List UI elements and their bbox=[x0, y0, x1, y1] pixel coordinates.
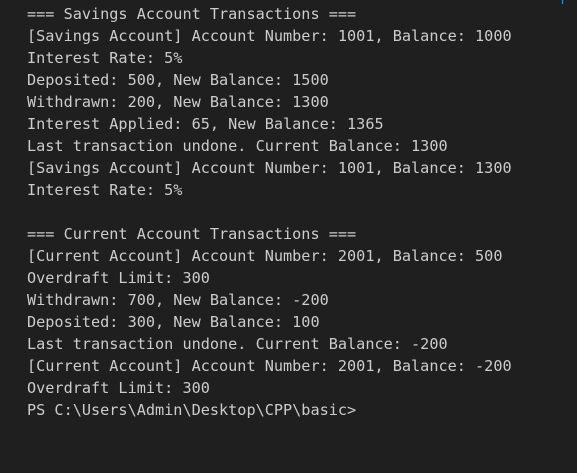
terminal-line: Deposited: 300, New Balance: 100 bbox=[27, 313, 320, 331]
terminal-output[interactable]: === Savings Account Transactions === [Sa… bbox=[0, 0, 577, 473]
terminal-lines: === Savings Account Transactions === [Sa… bbox=[27, 3, 512, 421]
terminal-line: [Savings Account] Account Number: 1001, … bbox=[27, 159, 512, 177]
terminal-line: [Current Account] Account Number: 2001, … bbox=[27, 357, 512, 375]
terminal-blank-line bbox=[27, 201, 512, 223]
terminal-line: === Savings Account Transactions === bbox=[27, 5, 357, 23]
terminal-line: [Savings Account] Account Number: 1001, … bbox=[27, 27, 512, 45]
terminal-line: Interest Rate: 5% bbox=[27, 49, 183, 67]
terminal-line: Withdrawn: 200, New Balance: 1300 bbox=[27, 93, 329, 111]
terminal-line: [Current Account] Account Number: 2001, … bbox=[27, 247, 503, 265]
terminal-line: Last transaction undone. Current Balance… bbox=[27, 137, 448, 155]
terminal-prompt[interactable]: PS C:\Users\Admin\Desktop\CPP\basic> bbox=[27, 399, 512, 421]
terminal-line: Interest Applied: 65, New Balance: 1365 bbox=[27, 115, 384, 133]
terminal-line: Deposited: 500, New Balance: 1500 bbox=[27, 71, 329, 89]
terminal-line: Withdrawn: 700, New Balance: -200 bbox=[27, 291, 329, 309]
terminal-line: Overdraft Limit: 300 bbox=[27, 269, 210, 287]
scrollbar-marker bbox=[562, 0, 563, 4]
terminal-line: Overdraft Limit: 300 bbox=[27, 379, 210, 397]
terminal-line: Interest Rate: 5% bbox=[27, 181, 183, 199]
terminal-line: Last transaction undone. Current Balance… bbox=[27, 335, 448, 353]
terminal-line: === Current Account Transactions === bbox=[27, 225, 357, 243]
